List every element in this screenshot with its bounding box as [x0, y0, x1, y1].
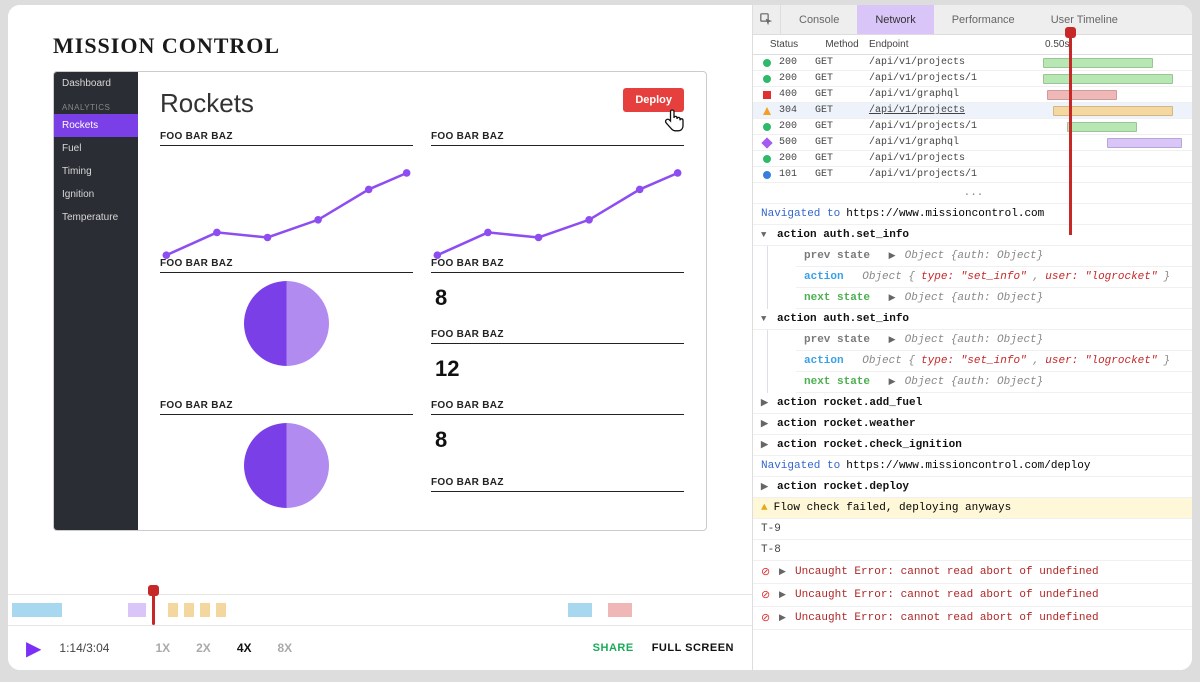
devtools-tabs: Console Network Performance User Timelin…	[753, 5, 1192, 35]
log-action-head[interactable]: ▼action auth.set_info	[753, 225, 1192, 246]
speed-2x[interactable]: 2X	[196, 641, 211, 655]
network-header: Status Method Endpoint 0.50s	[753, 35, 1192, 55]
log-navigated: Navigated to https://www.missioncontrol.…	[753, 456, 1192, 477]
network-row[interactable]: 304GET/api/v1/projects	[753, 103, 1192, 119]
sidebar-item-fuel[interactable]: Fuel	[54, 137, 138, 160]
sidebar-item-dashboard[interactable]: Dashboard	[54, 72, 138, 95]
fullscreen-button[interactable]: FULL SCREEN	[652, 642, 734, 654]
pie-chart	[244, 423, 329, 508]
tile-value: 8	[431, 423, 684, 455]
share-button[interactable]: SHARE	[593, 642, 634, 654]
tab-performance[interactable]: Performance	[934, 5, 1033, 34]
tile-num-2: FOO BAR BAZ 12	[431, 329, 684, 384]
inspect-icon[interactable]	[753, 5, 781, 34]
col-endpoint: Endpoint	[869, 39, 1007, 50]
network-row[interactable]: 500GET/api/v1/graphql	[753, 135, 1192, 151]
speed-4x[interactable]: 4X	[237, 641, 252, 655]
log-action-collapsed[interactable]: ▶action rocket.deploy	[753, 477, 1192, 498]
page-title: Rockets	[160, 88, 254, 119]
playback-time: 1:14/3:04	[59, 641, 109, 655]
sidebar-item-ignition[interactable]: Ignition	[54, 183, 138, 206]
devtools-pane: Console Network Performance User Timelin…	[752, 5, 1192, 670]
log-text: T-8	[753, 540, 1192, 561]
tile-line-1: FOO BAR BAZ	[160, 131, 413, 244]
line-chart	[160, 154, 413, 244]
network-row[interactable]: 200GET/api/v1/projects/1	[753, 119, 1192, 135]
log-truncated: ...	[753, 183, 1192, 204]
time-marker-label: 0.50s	[1045, 39, 1069, 50]
network-row[interactable]: 400GET/api/v1/graphql	[753, 87, 1192, 103]
log-action: action Object {type: "set_info", user: "…	[796, 351, 1192, 372]
timeline-marker[interactable]	[152, 593, 155, 625]
error-icon: ⊘	[761, 565, 773, 579]
log-action: action Object {type: "set_info", user: "…	[796, 267, 1192, 288]
tab-network[interactable]: Network	[857, 5, 933, 34]
timeline[interactable]	[8, 594, 752, 626]
sidebar: Dashboard ANALYTICS Rockets Fuel Timing …	[54, 72, 138, 530]
tile-line-2: FOO BAR BAZ	[431, 131, 684, 244]
log-prev-state: prev state ▶Object {auth: Object}	[796, 330, 1192, 351]
app-title: MISSION CONTROL	[53, 33, 707, 59]
tile-title: FOO BAR BAZ	[431, 131, 684, 146]
collapse-toggle-icon[interactable]: ▼	[761, 230, 771, 240]
log-next-state: next state ▶Object {auth: Object}	[796, 372, 1192, 393]
log-next-state: next state ▶Object {auth: Object}	[796, 288, 1192, 309]
tile-value: 12	[431, 352, 684, 384]
warning-icon: ▲	[761, 502, 768, 514]
log-error[interactable]: ⊘▶Uncaught Error: cannot read abort of u…	[753, 584, 1192, 607]
log-navigated: Navigated to https://www.missioncontrol.…	[753, 204, 1192, 225]
cursor-pointer-icon	[664, 108, 686, 139]
error-icon: ⊘	[761, 588, 773, 602]
tab-console[interactable]: Console	[781, 5, 857, 34]
sidebar-item-rockets[interactable]: Rockets	[54, 114, 138, 137]
tile-num-3: FOO BAR BAZ 8	[431, 400, 684, 461]
tile-title: FOO BAR BAZ	[431, 477, 684, 492]
error-icon: ⊘	[761, 611, 773, 625]
collapse-toggle-icon[interactable]: ▼	[761, 314, 771, 324]
tile-num-4: FOO BAR BAZ	[431, 477, 684, 506]
network-row[interactable]: 200GET/api/v1/projects	[753, 151, 1192, 167]
log-warning: ▲Flow check failed, deploying anyways	[753, 498, 1192, 519]
sidebar-item-temperature[interactable]: Temperature	[54, 206, 138, 229]
sidebar-section-label: ANALYTICS	[54, 95, 138, 114]
col-status: Status	[753, 39, 815, 50]
network-row[interactable]: 200GET/api/v1/projects	[753, 55, 1192, 71]
log-error[interactable]: ⊘▶Uncaught Error: cannot read abort of u…	[753, 607, 1192, 630]
sidebar-item-timing[interactable]: Timing	[54, 160, 138, 183]
tab-user-timeline[interactable]: User Timeline	[1033, 5, 1136, 34]
log-prev-state: prev state ▶Object {auth: Object}	[796, 246, 1192, 267]
col-method: Method	[815, 39, 869, 50]
log-action-head[interactable]: ▼action auth.set_info	[753, 309, 1192, 330]
app-card: Dashboard ANALYTICS Rockets Fuel Timing …	[53, 71, 707, 531]
log-action-collapsed[interactable]: ▶action rocket.weather	[753, 414, 1192, 435]
network-row[interactable]: 200GET/api/v1/projects/1	[753, 71, 1192, 87]
network-row[interactable]: 101GET/api/v1/projects/1	[753, 167, 1192, 183]
player-pane: MISSION CONTROL Dashboard ANALYTICS Rock…	[8, 5, 752, 670]
log-action-collapsed[interactable]: ▶action rocket.add_fuel	[753, 393, 1192, 414]
speed-1x[interactable]: 1X	[155, 641, 170, 655]
tile-title: FOO BAR BAZ	[160, 131, 413, 146]
playback-controls: ▶ 1:14/3:04 1X 2X 4X 8X SHARE FULL SCREE…	[8, 626, 752, 670]
network-time-marker[interactable]	[1069, 35, 1072, 235]
pie-chart	[244, 281, 329, 366]
line-chart	[431, 154, 684, 244]
tile-pie-2: FOO BAR BAZ	[160, 400, 413, 508]
speed-8x[interactable]: 8X	[278, 641, 293, 655]
console-log: ... Navigated to https://www.missioncont…	[753, 183, 1192, 670]
network-rows: 200GET/api/v1/projects200GET/api/v1/proj…	[753, 55, 1192, 183]
tile-value: 8	[431, 281, 684, 313]
log-action-collapsed[interactable]: ▶action rocket.check_ignition	[753, 435, 1192, 456]
log-error[interactable]: ⊘▶Uncaught Error: cannot read abort of u…	[753, 561, 1192, 584]
tile-title: FOO BAR BAZ	[431, 400, 684, 415]
tile-title: FOO BAR BAZ	[431, 329, 684, 344]
tile-title: FOO BAR BAZ	[160, 400, 413, 415]
log-text: T-9	[753, 519, 1192, 540]
play-button[interactable]: ▶	[26, 636, 41, 661]
main-content: Rockets Deploy FOO BAR BAZ	[138, 72, 706, 530]
tile-pie-1: FOO BAR BAZ	[160, 258, 413, 386]
